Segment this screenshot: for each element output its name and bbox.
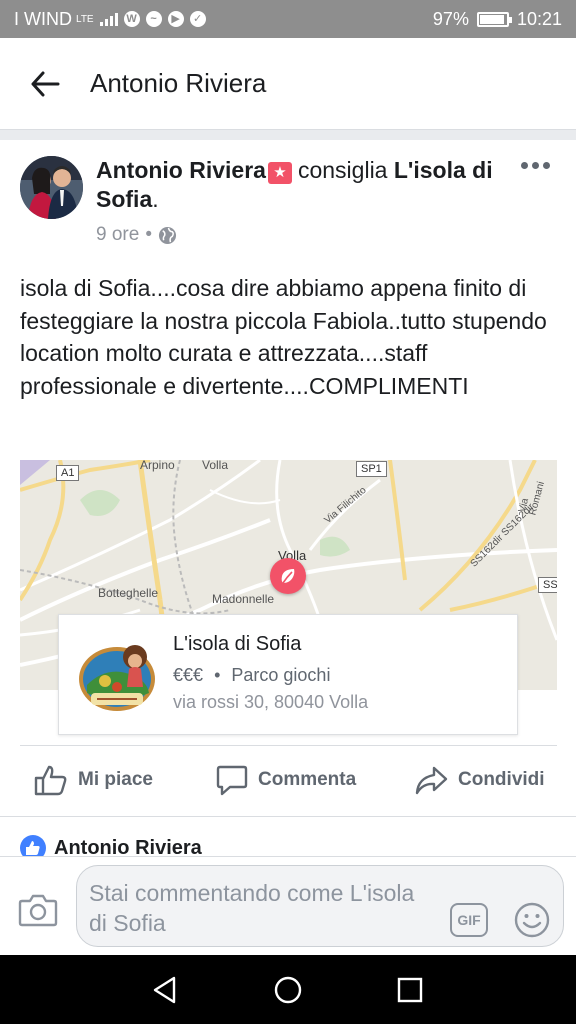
- check-icon: ✓: [189, 11, 206, 27]
- status-left: I WIND LTE W ~ ▶ ✓: [14, 9, 433, 30]
- status-right: 97% 10:21: [433, 9, 562, 30]
- map-label-arpino: Arpino: [140, 460, 175, 472]
- feed-separator: [0, 130, 576, 140]
- nav-recents-square-icon: [397, 977, 423, 1003]
- post-meta: 9 ore •: [96, 224, 177, 246]
- place-name[interactable]: L'isola di Sofia: [173, 633, 301, 656]
- system-nav-bar: [0, 955, 576, 1024]
- author-avatar[interactable]: [20, 156, 83, 219]
- comment-author[interactable]: Antonio Riviera: [54, 837, 202, 857]
- post-verb: consiglia: [297, 157, 388, 183]
- like-label: Mi piace: [78, 769, 153, 790]
- signal-icon: [99, 12, 118, 26]
- place-address: via rossi 30, 80040 Volla: [173, 692, 369, 712]
- post-text: isola di Sofia....cosa dire abbiamo appe…: [20, 275, 547, 399]
- camera-icon: [18, 894, 58, 927]
- comment-bubble-icon: [216, 765, 248, 796]
- road-shield-ss2: SS2: [538, 577, 557, 593]
- comment-composer: Stai commentando come L'isola di Sofia G…: [0, 856, 576, 955]
- map-label-volla-top: Volla: [202, 460, 229, 472]
- place-dot: •: [214, 665, 221, 685]
- like-reaction-icon: [20, 835, 46, 856]
- nav-home-circle-icon: [274, 976, 302, 1004]
- nav-back-button[interactable]: [148, 973, 182, 1007]
- back-button[interactable]: [0, 38, 90, 130]
- globe-icon: [158, 226, 177, 244]
- post-title: Antonio Riviera ★ consiglia L'isola di Sof…: [96, 156, 506, 214]
- status-bar: I WIND LTE W ~ ▶ ✓ 97% 10:21: [0, 0, 576, 38]
- emoji-button[interactable]: [514, 902, 550, 938]
- nav-home-button[interactable]: [271, 973, 305, 1007]
- comment-button[interactable]: Commenta: [216, 764, 356, 796]
- like-button[interactable]: Mi piace: [34, 764, 153, 796]
- camera-button[interactable]: [18, 893, 58, 927]
- share-label: Condividi: [458, 769, 545, 790]
- title-period: .: [152, 186, 159, 212]
- back-arrow-icon: [31, 71, 60, 96]
- smiley-icon: [514, 902, 550, 938]
- place-price: €€€: [173, 665, 204, 685]
- thumbs-up-icon: [34, 765, 67, 796]
- map-label-botteghelle: Botteghelle: [98, 586, 159, 600]
- post-time[interactable]: 9 ore: [96, 224, 139, 246]
- place-category: Parco giochi: [231, 665, 331, 685]
- post: Antonio Riviera ★ consiglia L'isola di Sof…: [0, 140, 576, 399]
- messenger-icon: ~: [145, 11, 162, 27]
- battery-percent: 97%: [432, 8, 469, 29]
- share-arrow-icon: [415, 766, 448, 795]
- header-title: Antonio Riviera: [90, 68, 267, 98]
- battery-icon: [476, 11, 512, 27]
- comment-label: Commenta: [258, 769, 357, 790]
- app-header: Antonio Riviera: [0, 38, 576, 130]
- recommend-star-icon: ★: [267, 162, 292, 184]
- comment-placeholder: Stai commentando come L'isola di Sofia: [89, 880, 415, 936]
- play-store-icon: ▶: [167, 11, 184, 27]
- road-shield-a1: A1: [56, 465, 80, 481]
- carrier-name: I WIND: [14, 8, 72, 29]
- post-header: Antonio Riviera ★ consiglia L'isola di Sof…: [0, 140, 576, 258]
- comment-preview: Antonio Riviera: [0, 816, 576, 856]
- comment-input[interactable]: Stai commentando come L'isola di Sofia G…: [76, 865, 564, 947]
- w-icon: W: [123, 11, 140, 27]
- share-button[interactable]: Condividi: [414, 764, 545, 796]
- more-options-icon[interactable]: [521, 162, 550, 169]
- map-pin-icon[interactable]: [270, 558, 306, 594]
- place-card[interactable]: L'isola di Sofia €€€ • Parco giochi via …: [58, 614, 518, 735]
- place-subtitle: €€€ • Parco giochi: [173, 665, 330, 686]
- road-shield-sp1: SP1: [356, 461, 387, 477]
- nav-recents-button[interactable]: [393, 973, 427, 1007]
- nav-back-triangle-icon: [153, 976, 176, 1004]
- post-actions: Mi piace Commenta Condividi: [0, 746, 576, 816]
- meta-dot: •: [145, 224, 152, 245]
- author-name[interactable]: Antonio Riviera: [96, 157, 266, 183]
- gif-button[interactable]: GIF: [450, 903, 488, 937]
- comment-preview-row: Antonio Riviera: [20, 835, 202, 856]
- network-type: LTE: [76, 13, 94, 25]
- map-label-madonnelle: Madonnelle: [212, 592, 275, 606]
- place-logo: [77, 635, 157, 715]
- clock: 10:21: [516, 8, 562, 29]
